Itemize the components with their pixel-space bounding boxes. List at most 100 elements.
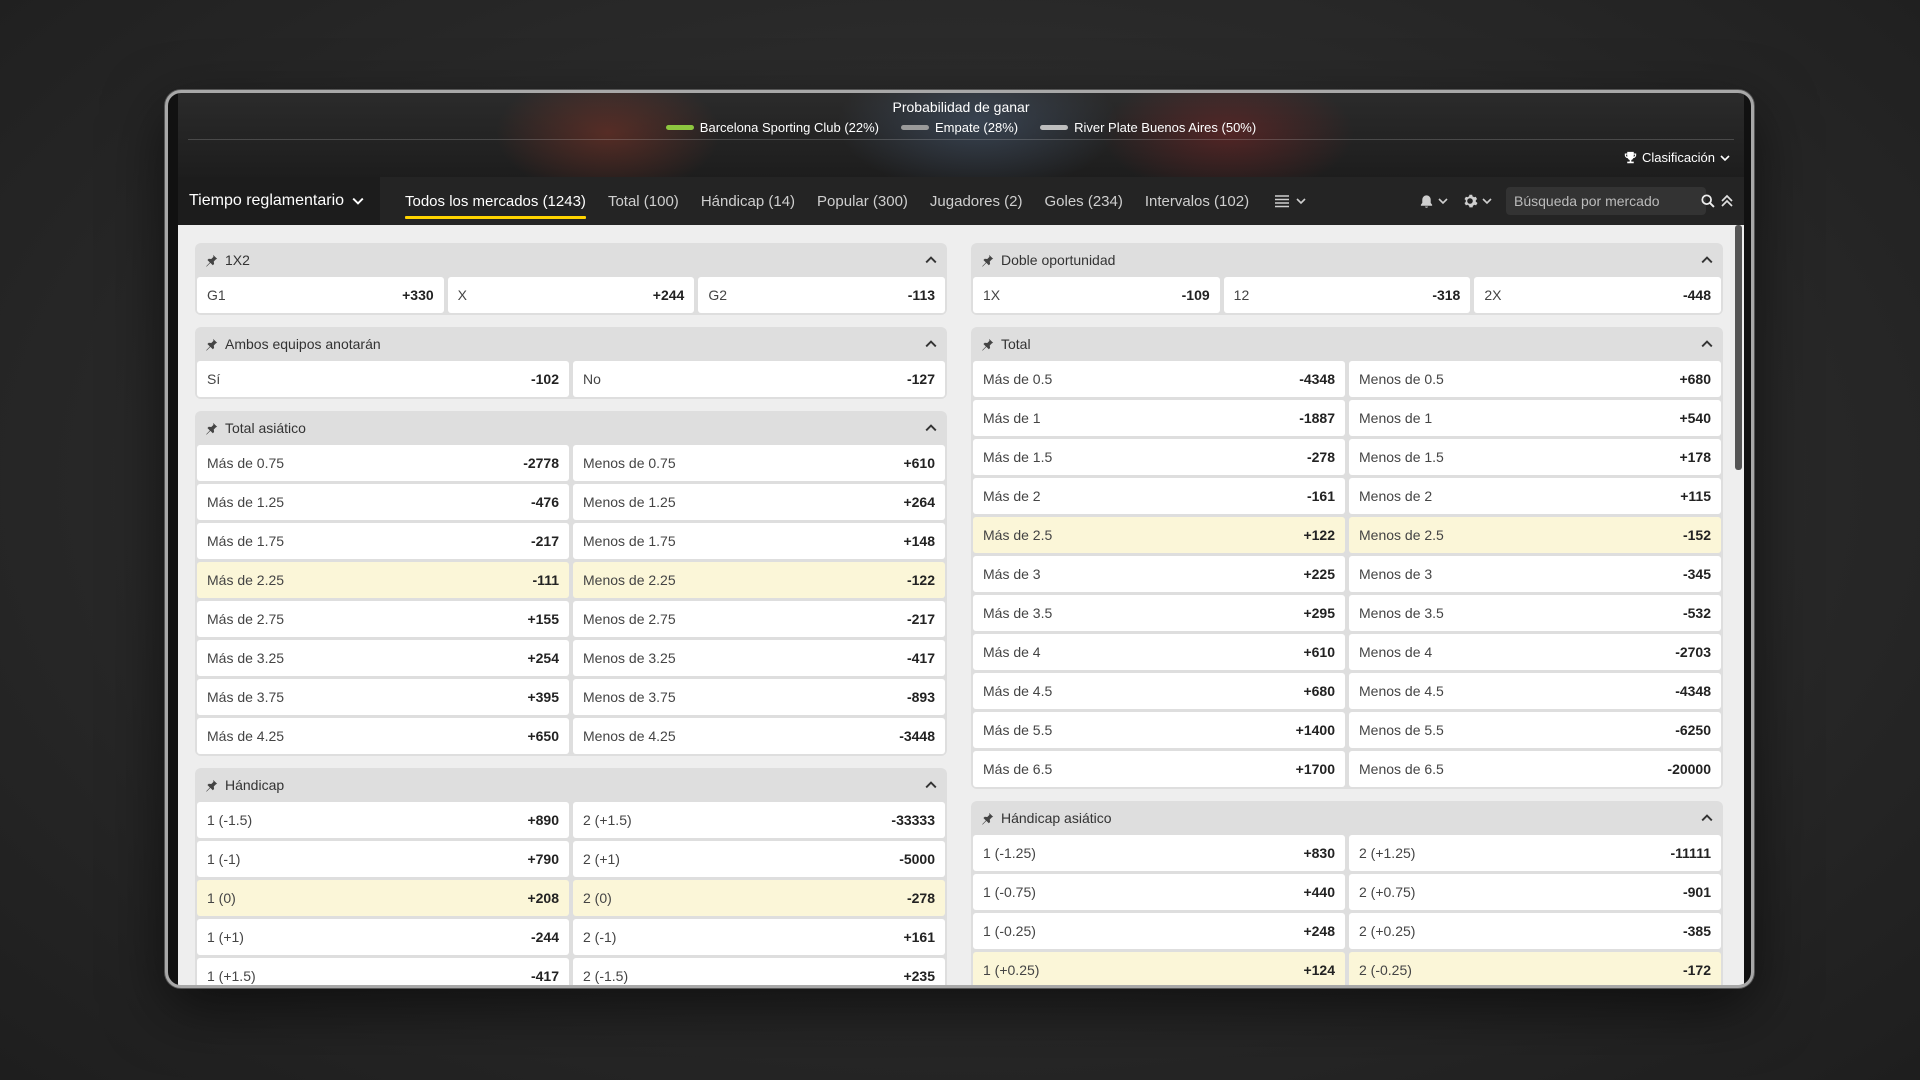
odds-button[interactable]: 1 (+1.5) -417 bbox=[197, 958, 569, 985]
odds-button[interactable]: Más de 0.75 -2778 bbox=[197, 445, 569, 481]
odds-button[interactable]: 2 (+1.5) -33333 bbox=[573, 802, 945, 838]
chevron-up-icon[interactable] bbox=[925, 338, 937, 350]
period-selector[interactable]: Tiempo reglamentario bbox=[178, 177, 380, 225]
odds-button[interactable]: Menos de 0.5 +680 bbox=[1349, 361, 1721, 397]
pin-icon[interactable] bbox=[205, 779, 218, 792]
odds-button[interactable]: Menos de 4 -2703 bbox=[1349, 634, 1721, 670]
odds-button[interactable]: Menos de 2.25 -122 bbox=[573, 562, 945, 598]
odds-button[interactable]: G1 +330 bbox=[197, 277, 444, 313]
odds-button[interactable]: Menos de 6.5 -20000 bbox=[1349, 751, 1721, 787]
odds-button[interactable]: Menos de 3.5 -532 bbox=[1349, 595, 1721, 631]
odds-button[interactable]: 2 (-1) +161 bbox=[573, 919, 945, 955]
chevron-up-icon[interactable] bbox=[925, 422, 937, 434]
odds-button[interactable]: Menos de 4.5 -4348 bbox=[1349, 673, 1721, 709]
odds-button[interactable]: 1 (-1.5) +890 bbox=[197, 802, 569, 838]
odds-button[interactable]: Más de 4 +610 bbox=[973, 634, 1345, 670]
odds-button[interactable]: 12 -318 bbox=[1223, 277, 1471, 313]
odds-button[interactable]: 1 (0) +208 bbox=[197, 880, 569, 916]
odds-button[interactable]: Menos de 1.75 +148 bbox=[573, 523, 945, 559]
odds-button[interactable]: Más de 2.25 -111 bbox=[197, 562, 569, 598]
odds-button[interactable]: 2 (+0.25) -385 bbox=[1349, 913, 1721, 949]
odds-button[interactable]: Más de 1.75 -217 bbox=[197, 523, 569, 559]
odds-button[interactable]: Menos de 1 +540 bbox=[1349, 400, 1721, 436]
odds-button[interactable]: Más de 2 -161 bbox=[973, 478, 1345, 514]
odds-button[interactable]: 1 (+0.25) +124 bbox=[973, 952, 1345, 985]
chevron-up-icon[interactable] bbox=[1701, 254, 1713, 266]
odds-button[interactable]: 2 (-1.5) +235 bbox=[573, 958, 945, 985]
odds-button[interactable]: Menos de 0.75 +610 bbox=[573, 445, 945, 481]
odds-button[interactable]: Más de 3.75 +395 bbox=[197, 679, 569, 715]
tab-all-markets[interactable]: Todos los mercados (1243) bbox=[394, 177, 597, 225]
odds-button[interactable]: Más de 1.5 -278 bbox=[973, 439, 1345, 475]
tab-goals[interactable]: Goles (234) bbox=[1033, 177, 1133, 225]
odds-button[interactable]: 1 (-1) +790 bbox=[197, 841, 569, 877]
odds-button[interactable]: Más de 3.5 +295 bbox=[973, 595, 1345, 631]
collapse-all-button[interactable] bbox=[1720, 194, 1734, 208]
odds-button[interactable]: Más de 3 +225 bbox=[973, 556, 1345, 592]
odds-button[interactable]: No -127 bbox=[573, 361, 945, 397]
odds-button[interactable]: 2X -448 bbox=[1474, 277, 1722, 313]
market-header[interactable]: Total bbox=[971, 327, 1723, 361]
market-header[interactable]: Total asiático bbox=[195, 411, 947, 445]
tab-popular[interactable]: Popular (300) bbox=[806, 177, 919, 225]
pin-icon[interactable] bbox=[205, 254, 218, 267]
search-icon[interactable] bbox=[1701, 194, 1715, 208]
odds-button[interactable]: X +244 bbox=[447, 277, 695, 313]
odds-button[interactable]: Más de 1 -1887 bbox=[973, 400, 1345, 436]
pin-icon[interactable] bbox=[981, 254, 994, 267]
pin-icon[interactable] bbox=[205, 422, 218, 435]
pin-icon[interactable] bbox=[981, 812, 994, 825]
settings-button[interactable] bbox=[1462, 193, 1492, 209]
pin-icon[interactable] bbox=[205, 338, 218, 351]
chevron-up-icon[interactable] bbox=[1701, 812, 1713, 824]
odds-button[interactable]: 2 (+0.75) -901 bbox=[1349, 874, 1721, 910]
odds-button[interactable]: Más de 4.5 +680 bbox=[973, 673, 1345, 709]
chevron-up-icon[interactable] bbox=[925, 254, 937, 266]
odds-button[interactable]: Menos de 3.25 -417 bbox=[573, 640, 945, 676]
odds-button[interactable]: Más de 6.5 +1700 bbox=[973, 751, 1345, 787]
standings-button[interactable]: Clasificación bbox=[1624, 150, 1730, 165]
tab-intervals[interactable]: Intervalos (102) bbox=[1134, 177, 1260, 225]
odds-button[interactable]: Menos de 2.75 -217 bbox=[573, 601, 945, 637]
odds-button[interactable]: Menos de 2.5 -152 bbox=[1349, 517, 1721, 553]
odds-button[interactable]: G2 -113 bbox=[698, 277, 946, 313]
tab-total[interactable]: Total (100) bbox=[597, 177, 690, 225]
odds-button[interactable]: 2 (-0.25) -172 bbox=[1349, 952, 1721, 985]
market-header[interactable]: Doble oportunidad bbox=[971, 243, 1723, 277]
odds-button[interactable]: Menos de 3.75 -893 bbox=[573, 679, 945, 715]
layout-menu-button[interactable] bbox=[1274, 194, 1306, 208]
odds-button[interactable]: 1 (-1.25) +830 bbox=[973, 835, 1345, 871]
market-search-input[interactable] bbox=[1514, 193, 1695, 209]
odds-button[interactable]: Menos de 1.5 +178 bbox=[1349, 439, 1721, 475]
market-header[interactable]: 1X2 bbox=[195, 243, 947, 277]
notifications-button[interactable] bbox=[1419, 194, 1448, 209]
content-scrollbar[interactable] bbox=[1735, 225, 1742, 470]
odds-button[interactable]: Más de 2.5 +122 bbox=[973, 517, 1345, 553]
market-header[interactable]: Hándicap asiático bbox=[971, 801, 1723, 835]
tab-players[interactable]: Jugadores (2) bbox=[919, 177, 1034, 225]
market-header[interactable]: Hándicap bbox=[195, 768, 947, 802]
odds-button[interactable]: Más de 3.25 +254 bbox=[197, 640, 569, 676]
odds-button[interactable]: 2 (+1) -5000 bbox=[573, 841, 945, 877]
chevron-up-icon[interactable] bbox=[925, 779, 937, 791]
odds-button[interactable]: Más de 0.5 -4348 bbox=[973, 361, 1345, 397]
tab-handicap[interactable]: Hándicap (14) bbox=[690, 177, 806, 225]
odds-button[interactable]: Menos de 4.25 -3448 bbox=[573, 718, 945, 754]
chevron-up-icon[interactable] bbox=[1701, 338, 1713, 350]
odds-button[interactable]: Sí -102 bbox=[197, 361, 569, 397]
odds-button[interactable]: Más de 5.5 +1400 bbox=[973, 712, 1345, 748]
odds-button[interactable]: 1 (-0.25) +248 bbox=[973, 913, 1345, 949]
odds-button[interactable]: 1X -109 bbox=[973, 277, 1220, 313]
odds-button[interactable]: Más de 4.25 +650 bbox=[197, 718, 569, 754]
odds-button[interactable]: Menos de 2 +115 bbox=[1349, 478, 1721, 514]
odds-button[interactable]: 1 (-0.75) +440 bbox=[973, 874, 1345, 910]
odds-button[interactable]: 2 (0) -278 bbox=[573, 880, 945, 916]
odds-button[interactable]: Menos de 1.25 +264 bbox=[573, 484, 945, 520]
market-header[interactable]: Ambos equipos anotarán bbox=[195, 327, 947, 361]
odds-button[interactable]: Más de 1.25 -476 bbox=[197, 484, 569, 520]
odds-button[interactable]: 1 (+1) -244 bbox=[197, 919, 569, 955]
odds-button[interactable]: Menos de 3 -345 bbox=[1349, 556, 1721, 592]
odds-button[interactable]: 2 (+1.25) -11111 bbox=[1349, 835, 1721, 871]
odds-button[interactable]: Menos de 5.5 -6250 bbox=[1349, 712, 1721, 748]
odds-button[interactable]: Más de 2.75 +155 bbox=[197, 601, 569, 637]
